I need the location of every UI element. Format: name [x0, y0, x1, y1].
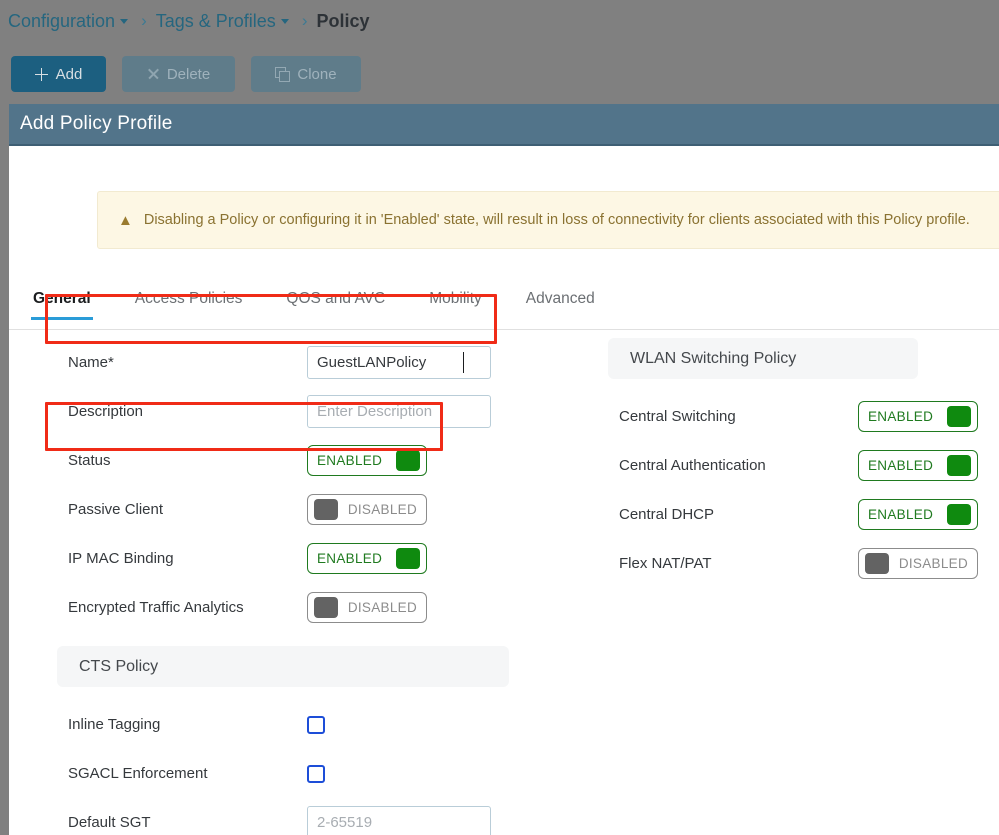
toolbar: Add Delete Clone [11, 56, 361, 92]
modal-title: Add Policy Profile [20, 113, 173, 134]
default-sgt-input-wrapper [307, 806, 491, 835]
flex-nat-pat-label: Flex NAT/PAT [619, 555, 712, 572]
field-row-central-dhcp: Central DHCP ENABLED [608, 490, 990, 539]
ip-mac-binding-label: IP MAC Binding [68, 550, 174, 567]
tab-mobility[interactable]: Mobility [429, 290, 482, 319]
central-authentication-toggle-label: ENABLED [868, 458, 934, 473]
central-switching-toggle[interactable]: ENABLED [858, 401, 978, 432]
breadcrumb-item-policy: Policy [316, 10, 370, 31]
tab-access-policies[interactable]: Access Policies [135, 290, 243, 319]
breadcrumb-item-tags-profiles[interactable]: Tags & Profiles [156, 11, 276, 32]
central-switching-toggle-label: ENABLED [868, 409, 934, 424]
default-sgt-label: Default SGT [68, 814, 151, 831]
screen-root: Configuration › Tags & Profiles › Policy… [0, 0, 999, 835]
warning-banner: ▲ Disabling a Policy or configuring it i… [97, 191, 999, 249]
warning-triangle-icon: ▲ [118, 211, 133, 229]
text-cursor-icon [462, 352, 464, 373]
add-policy-profile-modal: Add Policy Profile ▲ Disabling a Policy … [9, 104, 999, 835]
breadcrumb: Configuration › Tags & Profiles › Policy [8, 6, 370, 36]
field-row-default-sgt: Default SGT [57, 798, 507, 835]
copy-icon [275, 67, 291, 82]
toggle-knob [947, 406, 971, 427]
central-switching-label: Central Switching [619, 408, 736, 425]
central-dhcp-toggle[interactable]: ENABLED [858, 499, 978, 530]
delete-button-label: Delete [166, 65, 211, 83]
toggle-knob [396, 548, 420, 569]
plus-icon [34, 67, 48, 81]
inline-tagging-label: Inline Tagging [68, 716, 161, 733]
field-row-passive-client: Passive Client DISABLED [57, 485, 507, 534]
inline-tagging-checkbox[interactable] [307, 715, 325, 734]
tab-bar: General Access Policies QOS and AVC Mobi… [9, 290, 999, 330]
encrypted-traffic-analytics-label: Encrypted Traffic Analytics [68, 599, 244, 616]
toggle-knob [314, 499, 338, 520]
central-authentication-toggle[interactable]: ENABLED [858, 450, 978, 481]
add-button[interactable]: Add [11, 56, 106, 92]
field-row-central-authentication: Central Authentication ENABLED [608, 441, 990, 490]
description-input[interactable] [307, 395, 491, 428]
flex-nat-pat-toggle-label: DISABLED [898, 556, 968, 571]
tab-qos-and-avc[interactable]: QOS and AVC [286, 290, 385, 319]
field-row-inline-tagging: Inline Tagging [57, 700, 507, 749]
field-row-name: Name* [57, 338, 507, 387]
passive-client-toggle[interactable]: DISABLED [307, 494, 427, 525]
breadcrumb-item-configuration[interactable]: Configuration [8, 11, 115, 32]
central-dhcp-toggle-label: ENABLED [868, 507, 934, 522]
name-input-wrapper [307, 346, 491, 379]
central-dhcp-label: Central DHCP [619, 506, 715, 523]
modal-body: ▲ Disabling a Policy or configuring it i… [9, 146, 999, 835]
default-sgt-input[interactable] [307, 806, 491, 835]
close-icon [147, 68, 159, 80]
sgacl-enforcement-label: SGACL Enforcement [68, 765, 208, 782]
central-authentication-label: Central Authentication [619, 457, 766, 474]
toggle-knob [396, 450, 420, 471]
clone-button-label: Clone [297, 65, 337, 83]
field-row-encrypted-traffic-analytics: Encrypted Traffic Analytics DISABLED [57, 583, 507, 632]
encrypted-traffic-analytics-toggle-label: DISABLED [347, 600, 417, 615]
chevron-down-icon[interactable] [280, 18, 289, 24]
flex-nat-pat-toggle[interactable]: DISABLED [858, 548, 978, 579]
delete-button[interactable]: Delete [122, 56, 235, 92]
wlan-switching-policy-section-header: WLAN Switching Policy [608, 338, 918, 379]
field-row-central-switching: Central Switching ENABLED [608, 392, 990, 441]
add-button-label: Add [55, 65, 83, 83]
clone-button[interactable]: Clone [251, 56, 361, 92]
passive-client-label: Passive Client [68, 501, 164, 518]
sgacl-enforcement-checkbox[interactable] [307, 764, 325, 783]
status-label: Status [68, 452, 111, 469]
cts-policy-section-header: CTS Policy [57, 646, 509, 687]
toggle-knob [947, 504, 971, 525]
description-input-wrapper [307, 395, 491, 428]
toggle-knob [314, 597, 338, 618]
modal-header: Add Policy Profile [9, 104, 999, 146]
field-row-status: Status ENABLED [57, 436, 507, 485]
toggle-knob [947, 455, 971, 476]
description-label: Description [68, 403, 144, 420]
ip-mac-binding-toggle-label: ENABLED [317, 551, 383, 566]
chevron-down-icon[interactable] [120, 18, 129, 24]
ip-mac-binding-toggle[interactable]: ENABLED [307, 543, 427, 574]
wlan-switching-policy-column: WLAN Switching Policy Central Switching … [608, 338, 990, 588]
status-toggle-label: ENABLED [317, 453, 383, 468]
warning-banner-text: Disabling a Policy or configuring it in … [143, 212, 970, 228]
general-left-column: Name* Description Status ENABLED [57, 338, 509, 835]
field-row-flex-nat-pat: Flex NAT/PAT DISABLED [608, 539, 990, 588]
tab-general[interactable]: General [31, 290, 93, 320]
field-row-ip-mac-binding: IP MAC Binding ENABLED [57, 534, 507, 583]
status-toggle[interactable]: ENABLED [307, 445, 427, 476]
breadcrumb-separator: › [141, 11, 147, 30]
name-label: Name* [68, 354, 114, 371]
breadcrumb-separator: › [301, 11, 308, 30]
passive-client-toggle-label: DISABLED [347, 502, 417, 517]
field-row-description: Description [57, 387, 507, 436]
field-row-sgacl-enforcement: SGACL Enforcement [57, 749, 507, 798]
tab-advanced[interactable]: Advanced [526, 290, 595, 319]
encrypted-traffic-analytics-toggle[interactable]: DISABLED [307, 592, 427, 623]
toggle-knob [865, 553, 889, 574]
